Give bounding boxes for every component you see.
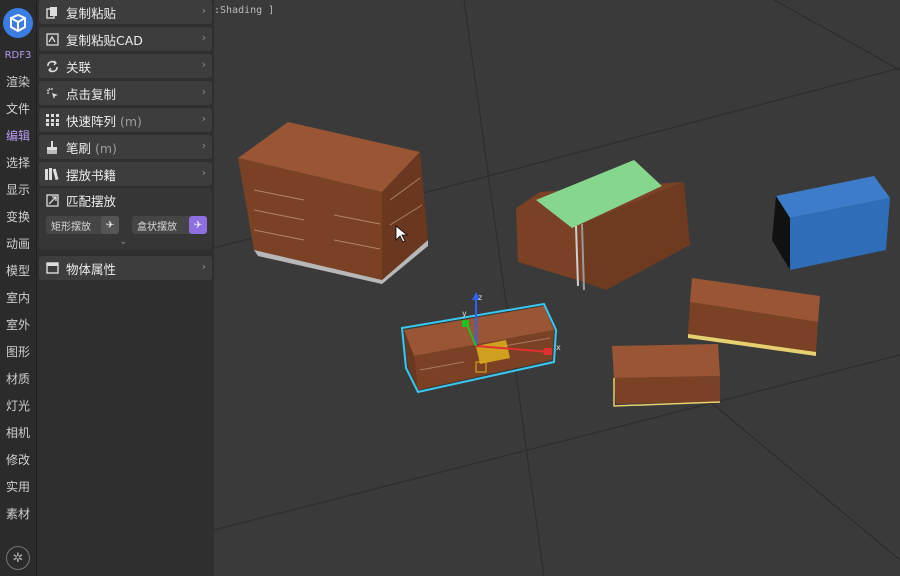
rail-item-3[interactable]: 选择 [0, 152, 36, 174]
row-label: 关联 [66, 59, 92, 75]
rail-item-11[interactable]: 材质 [0, 368, 36, 390]
rail-item-13[interactable]: 相机 [0, 422, 36, 444]
row-copy-paste[interactable]: 复制粘贴 › [39, 0, 212, 24]
match-place-icon [44, 193, 60, 207]
row-label: 笔刷 (m) [66, 138, 117, 157]
row-label: 快速阵列 (m) [66, 111, 142, 130]
link-icon [44, 59, 60, 73]
wood-box-lower[interactable] [612, 344, 721, 407]
rail-item-10[interactable]: 图形 [0, 341, 36, 363]
row-label: 物体属性 [66, 261, 117, 277]
row-object-properties[interactable]: 物体属性 › [39, 256, 212, 280]
window-icon [44, 261, 60, 275]
match-place-label: 匹配摆放 [66, 193, 117, 209]
chevron-right-icon: › [201, 139, 206, 152]
match-place-section: 匹配摆放 矩形摆放 ✈ 盒状摆放 ✈ ⌄ [39, 188, 212, 250]
match-place-header[interactable]: 匹配摆放 [39, 188, 116, 212]
button-label: 盒状摆放 [137, 221, 177, 233]
click-copy-icon [44, 86, 60, 100]
tool-panel: 复制粘贴 › 复制粘贴CAD › 关联 › 点击复制 › 快速阵列 (m) › … [37, 0, 214, 576]
brush-icon [44, 140, 60, 154]
row-label-suffix: (m) [95, 140, 117, 156]
row-copy-paste-cad[interactable]: 复制粘贴CAD › [39, 27, 212, 51]
rail-item-4[interactable]: 显示 [0, 179, 36, 201]
airplane-icon: ✈ [101, 216, 119, 234]
row-label-suffix: (m) [120, 113, 142, 129]
viewport-3d[interactable]: x y z :Shading ] [214, 0, 900, 576]
viewport-label[interactable]: :Shading ] [214, 5, 274, 16]
rail-item-8[interactable]: 室内 [0, 287, 36, 309]
svg-text:y: y [462, 309, 467, 318]
app-logo-icon[interactable] [3, 8, 33, 38]
left-rail: RDF3 渲染 文件 编辑 选择 显示 变换 动画 模型 室内 室外 图形 材质 灯光 相机 修改 实用 素材 … [0, 0, 37, 576]
rail-item-7[interactable]: 模型 [0, 260, 36, 282]
row-label: 复制粘贴CAD [66, 32, 143, 48]
rail-item-12[interactable]: 灯光 [0, 395, 36, 417]
rect-place-button[interactable]: 矩形摆放 ✈ [46, 216, 119, 234]
grid-icon [44, 113, 60, 127]
chevron-right-icon: › [201, 31, 206, 44]
svg-text:x: x [556, 343, 561, 352]
rail-item-2[interactable]: 编辑 [0, 125, 36, 147]
viewport-background [214, 0, 900, 576]
rail-item-0[interactable]: 渲染 [0, 71, 36, 93]
chevron-right-icon: › [201, 166, 206, 179]
row-label: 复制粘贴 [66, 5, 117, 21]
row-brush[interactable]: 笔刷 (m) › [39, 135, 212, 159]
rail-item-6[interactable]: 动画 [0, 233, 36, 255]
copy-icon [44, 5, 60, 19]
chevron-down-icon[interactable]: ⌄ [119, 236, 127, 247]
row-label-text: 快速阵列 [66, 113, 117, 129]
row-label-text: 笔刷 [66, 140, 92, 156]
brand-label: RDF3 [4, 50, 32, 61]
row-click-copy[interactable]: 点击复制 › [39, 81, 212, 105]
chevron-right-icon: › [201, 4, 206, 17]
rail-item-15[interactable]: 实用 [0, 476, 36, 498]
chevron-right-icon: › [201, 260, 206, 273]
rail-item-1[interactable]: 文件 [0, 98, 36, 120]
row-label: 摆放书籍 [66, 167, 117, 183]
chevron-right-icon: › [201, 112, 206, 125]
row-label: 点击复制 [66, 86, 117, 102]
rail-item-5[interactable]: 变换 [0, 206, 36, 228]
settings-gear-icon[interactable]: ✲ [6, 546, 30, 570]
cad-copy-icon [44, 32, 60, 46]
airplane-icon: ✈ [189, 216, 207, 234]
rail-item-14[interactable]: 修改 [0, 449, 36, 471]
viewport-scene: x y z [214, 0, 900, 576]
chevron-right-icon: › [201, 85, 206, 98]
chevron-right-icon: › [201, 58, 206, 71]
books-icon [44, 167, 60, 181]
rail-item-16[interactable]: 素材 [0, 503, 36, 525]
svg-text:z: z [478, 293, 482, 302]
row-place-books[interactable]: 摆放书籍 › [39, 162, 212, 186]
rail-item-9[interactable]: 室外 [0, 314, 36, 336]
box-place-button[interactable]: 盒状摆放 ✈ [132, 216, 207, 234]
row-link[interactable]: 关联 › [39, 54, 212, 78]
button-label: 矩形摆放 [51, 221, 91, 233]
row-quick-array[interactable]: 快速阵列 (m) › [39, 108, 212, 132]
